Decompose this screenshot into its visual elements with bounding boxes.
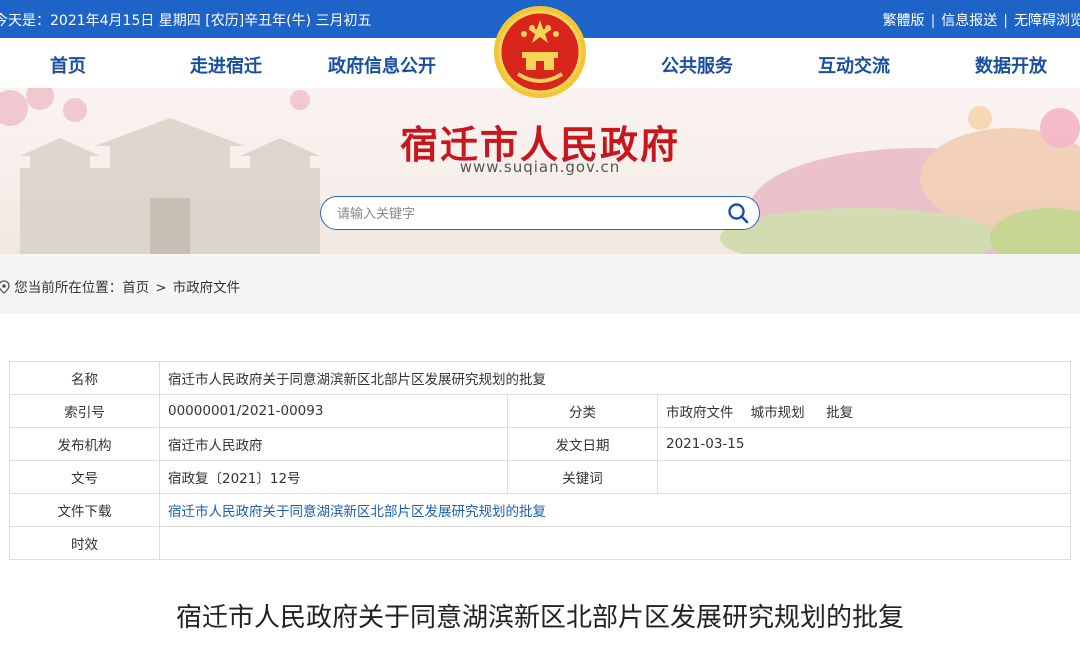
download-cell: 宿迁市人民政府关于同意湖滨新区北部片区发展研究规划的批复 <box>158 493 1072 527</box>
national-emblem-icon[interactable] <box>492 4 588 100</box>
nav-item-open-data[interactable]: 数据开放 <box>975 52 1047 78</box>
date-text: 今天是：2021年4月15日 星期四 [农历]辛丑年(牛) 三月初五 <box>0 13 372 29</box>
breadcrumb-current[interactable]: 市政府文件 <box>173 280 241 296</box>
table-row: 发布机构 宿迁市人民政府 发文日期 2021-03-15 <box>9 427 1072 461</box>
nav-item-public-service[interactable]: 公共服务 <box>661 52 733 78</box>
top-links: 繁體版 | 信息报送 | 无障碍浏览 <box>883 10 1080 30</box>
issue-date-label: 发文日期 <box>507 427 658 461</box>
name-value: 宿迁市人民政府关于同意湖滨新区北部片区发展研究规划的批复 <box>158 361 1072 395</box>
category-value: 市政府文件 城市规划 批复 <box>656 394 1072 428</box>
table-row: 文件下载 宿迁市人民政府关于同意湖滨新区北部片区发展研究规划的批复 <box>9 493 1072 527</box>
keywords-value <box>656 460 1072 494</box>
info-submit-link[interactable]: 信息报送 <box>941 13 997 29</box>
name-label: 名称 <box>9 361 160 395</box>
location-pin-icon <box>0 280 14 296</box>
nav-item-home[interactable]: 首页 <box>50 52 86 78</box>
document-title: 宿迁市人民政府关于同意湖滨新区北部片区发展研究规划的批复 <box>175 603 904 633</box>
doc-number-label: 文号 <box>9 460 160 494</box>
nav-item-gov-info[interactable]: 政府信息公开 <box>328 52 436 78</box>
publisher-label: 发布机构 <box>9 427 160 461</box>
site-domain: www.suqian.gov.cn <box>459 158 621 176</box>
search-box <box>320 196 760 230</box>
nav-item-about[interactable]: 走进宿迁 <box>190 52 262 78</box>
table-row: 索引号 00000001/2021-00093 分类 市政府文件 城市规划 批复 <box>9 394 1072 428</box>
index-label: 索引号 <box>9 394 160 428</box>
validity-value <box>158 526 1072 560</box>
table-row: 时效 <box>9 526 1072 560</box>
accessibility-link[interactable]: 无障碍浏览 <box>1014 13 1080 29</box>
breadcrumb-separator: > <box>155 280 167 296</box>
doc-number-value: 宿政复〔2021〕12号 <box>159 460 508 494</box>
document-info-table: 名称 宿迁市人民政府关于同意湖滨新区北部片区发展研究规划的批复 索引号 0000… <box>9 361 1072 560</box>
search-input[interactable] <box>335 203 719 225</box>
validity-label: 时效 <box>9 526 160 560</box>
breadcrumb: 您当前所在位置：首页 > 市政府文件 <box>0 276 240 296</box>
traditional-chinese-link[interactable]: 繁體版 <box>883 13 925 29</box>
breadcrumb-home[interactable]: 首页 <box>122 280 149 296</box>
download-link[interactable]: 宿迁市人民政府关于同意湖滨新区北部片区发展研究规划的批复 <box>168 504 546 520</box>
breadcrumb-bar: 您当前所在位置：首页 > 市政府文件 <box>0 254 1080 314</box>
table-row: 名称 宿迁市人民政府关于同意湖滨新区北部片区发展研究规划的批复 <box>9 361 1072 395</box>
search-icon[interactable] <box>727 202 749 224</box>
nav-item-interaction[interactable]: 互动交流 <box>818 52 890 78</box>
category-label: 分类 <box>507 394 658 428</box>
issue-date-value: 2021-03-15 <box>656 427 1072 461</box>
breadcrumb-label: 您当前所在位置： <box>14 280 123 296</box>
publisher-value: 宿迁市人民政府 <box>159 427 508 461</box>
index-value: 00000001/2021-00093 <box>159 394 508 428</box>
download-label: 文件下载 <box>9 493 160 527</box>
keywords-label: 关键词 <box>507 460 658 494</box>
table-row: 文号 宿政复〔2021〕12号 关键词 <box>9 460 1072 494</box>
